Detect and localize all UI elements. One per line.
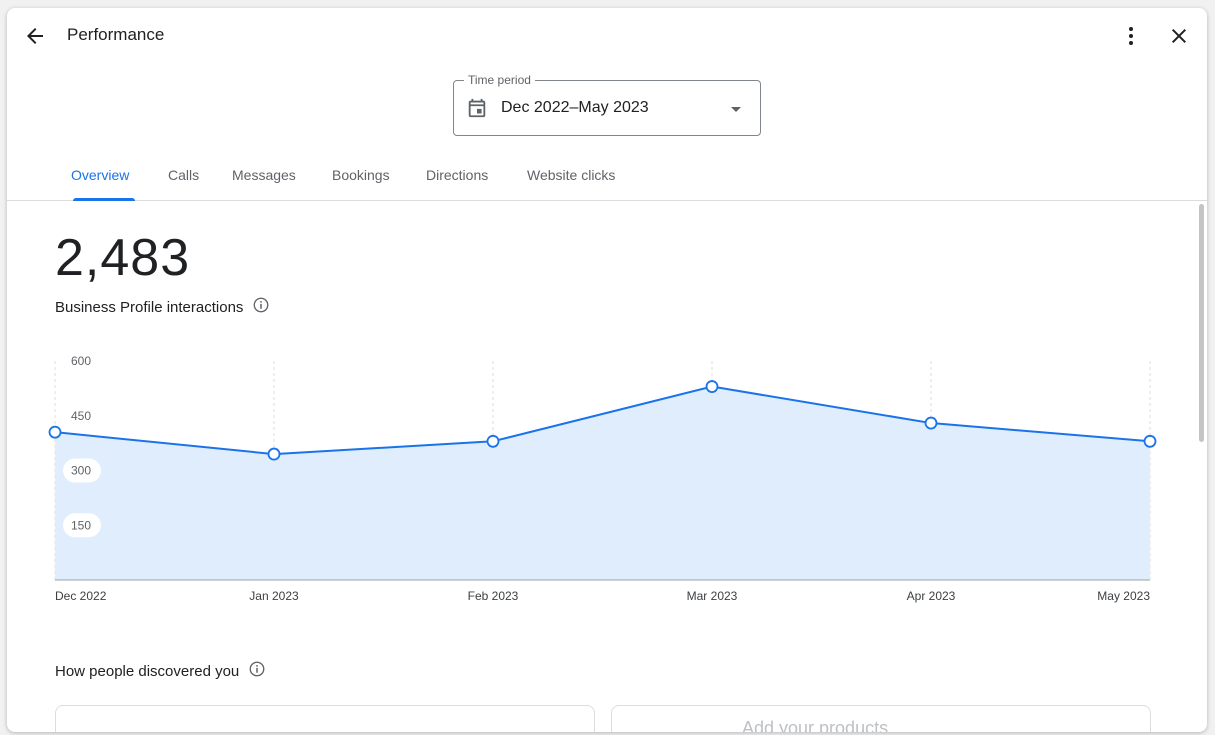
data-point[interactable] xyxy=(924,416,938,430)
x-tick-label: Apr 2023 xyxy=(907,589,956,603)
data-point[interactable] xyxy=(48,425,62,439)
y-tick-bg xyxy=(63,513,101,538)
tab-bookings[interactable]: Bookings xyxy=(332,167,390,183)
performance-dialog: Performance Time period Dec 2022–May 202… xyxy=(7,8,1207,732)
interactions-total: 2,483 xyxy=(55,229,191,287)
discovery-title: How people discovered you xyxy=(55,662,240,680)
tab-directions[interactable]: Directions xyxy=(426,167,488,183)
tab-website-clicks[interactable]: Website clicks xyxy=(527,167,615,183)
discovery-card-1 xyxy=(55,705,595,732)
tab-calls[interactable]: Calls xyxy=(168,167,199,183)
y-tick-bg xyxy=(63,458,101,483)
close-button[interactable] xyxy=(1159,16,1199,56)
tab-messages[interactable]: Messages xyxy=(232,167,296,183)
x-tick-label: Mar 2023 xyxy=(687,589,738,603)
interactions-label-row: Business Profile interactions xyxy=(55,296,270,318)
dialog-header: Performance xyxy=(7,8,1207,64)
dropdown-arrow-icon xyxy=(731,107,741,112)
y-tick-label: 450 xyxy=(71,409,91,423)
tab-overview[interactable]: Overview xyxy=(71,167,129,183)
data-point[interactable] xyxy=(267,447,281,461)
close-icon xyxy=(1172,29,1186,43)
more-options-button[interactable] xyxy=(1111,16,1151,56)
add-products-text: Add your products xyxy=(742,718,889,732)
x-tick-label: Jan 2023 xyxy=(249,589,299,603)
info-icon[interactable] xyxy=(248,660,266,682)
time-period-value: Dec 2022–May 2023 xyxy=(501,99,649,116)
time-period-label: Time period xyxy=(464,73,535,87)
x-tick-label: Dec 2022 xyxy=(55,589,107,603)
interactions-label: Business Profile interactions xyxy=(55,298,244,316)
page-title: Performance xyxy=(67,25,165,44)
y-tick-label: 600 xyxy=(71,354,91,368)
data-point[interactable] xyxy=(705,380,719,393)
x-tick-label: Feb 2023 xyxy=(468,589,519,603)
arrow-left-icon xyxy=(27,28,43,44)
active-tab-indicator xyxy=(73,198,135,201)
tab-bar: Overview Calls Messages Bookings Directi… xyxy=(7,156,1207,201)
data-point[interactable] xyxy=(486,434,500,448)
chart-area xyxy=(55,386,1150,580)
more-vert-icon xyxy=(1129,27,1133,45)
chart-line xyxy=(54,385,1151,456)
data-point[interactable] xyxy=(1143,434,1157,448)
calendar-icon xyxy=(468,98,486,118)
x-axis-ticks: Dec 2022 Jan 2023 Feb 2023 Mar 2023 Apr 2023… xyxy=(55,589,1150,603)
back-button[interactable] xyxy=(15,16,55,56)
info-icon[interactable] xyxy=(252,296,270,318)
y-axis-ticks: 600 450 300 150 xyxy=(63,354,101,538)
y-tick-label: 300 xyxy=(71,464,91,478)
time-period-select[interactable]: Time period Dec 2022–May 2023 xyxy=(453,73,761,136)
x-tick-label: May 2023 xyxy=(1097,589,1150,603)
chart-grid xyxy=(54,361,1151,580)
discovery-section-title-row: How people discovered you xyxy=(55,660,266,682)
discovery-card-2: Add your products xyxy=(611,705,1151,732)
y-tick-label: 150 xyxy=(71,518,91,532)
scrollbar-thumb[interactable] xyxy=(1199,204,1204,442)
chart-points xyxy=(48,380,1157,461)
